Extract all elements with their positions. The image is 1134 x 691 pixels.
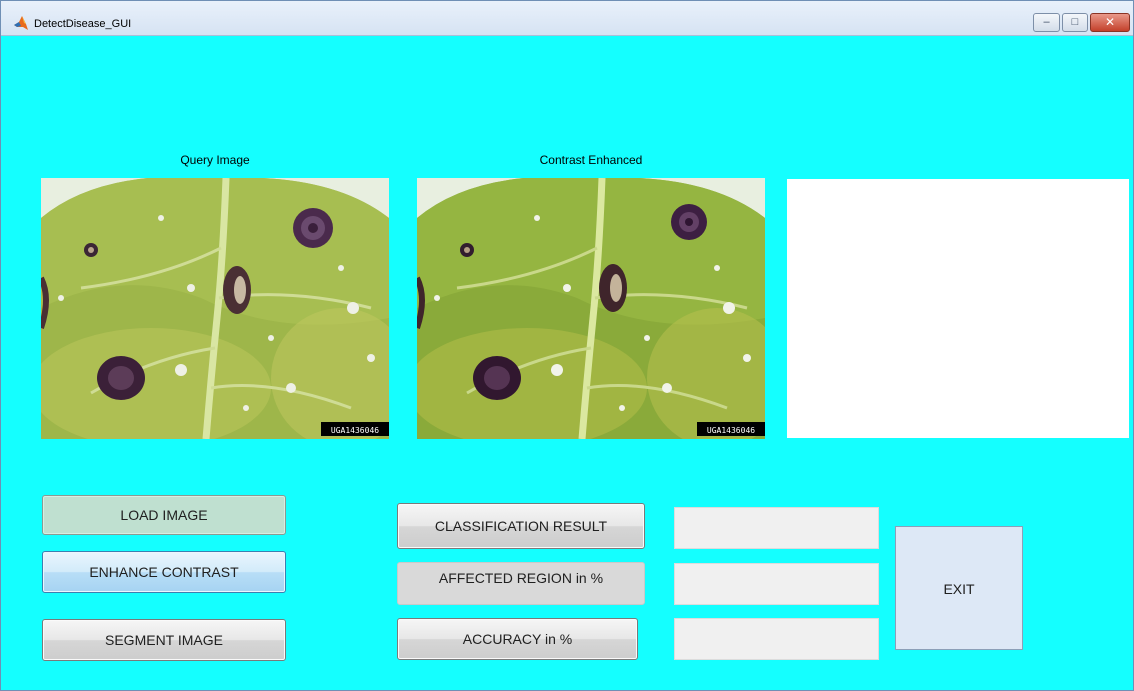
close-button[interactable]: ✕ [1090,13,1130,32]
close-icon: ✕ [1104,15,1116,29]
enhanced-leaf-image: UGA1436046 [417,178,765,439]
segment-image-button[interactable]: SEGMENT IMAGE [42,619,286,661]
minimize-button[interactable]: – [1033,13,1060,32]
title-bar[interactable]: DetectDisease_GUI – □ ✕ [1,1,1133,36]
query-image-axes: UGA1436046 [41,178,389,439]
query-watermark: UGA1436046 [331,426,379,435]
exit-button[interactable]: EXIT [895,526,1023,650]
window-title: DetectDisease_GUI [34,18,132,30]
query-leaf-image: UGA1436046 [41,178,389,439]
affected-region-field[interactable] [674,563,879,605]
accuracy-field[interactable] [674,618,879,660]
matlab-logo-icon [14,16,28,30]
load-image-button[interactable]: LOAD IMAGE [42,495,286,535]
maximize-button[interactable]: □ [1062,13,1088,32]
classification-result-button[interactable]: CLASSIFICATION RESULT [397,503,645,549]
classification-result-field[interactable] [674,507,879,549]
query-image-title: Query Image [180,153,250,167]
minimize-icon: – [1043,16,1050,28]
segmented-image-axes [787,179,1129,438]
enhanced-watermark: UGA1436046 [707,426,755,435]
affected-region-button[interactable]: AFFECTED REGION in % [397,562,645,605]
enhanced-image-axes: UGA1436046 [417,178,765,439]
enhance-contrast-button[interactable]: ENHANCE CONTRAST [42,551,286,593]
maximize-icon: □ [1071,16,1079,28]
enhanced-image-title: Contrast Enhanced [539,153,643,167]
accuracy-button[interactable]: ACCURACY in % [397,618,638,660]
figure-window: DetectDisease_GUI – □ ✕ Query Image UGA1… [0,0,1134,691]
